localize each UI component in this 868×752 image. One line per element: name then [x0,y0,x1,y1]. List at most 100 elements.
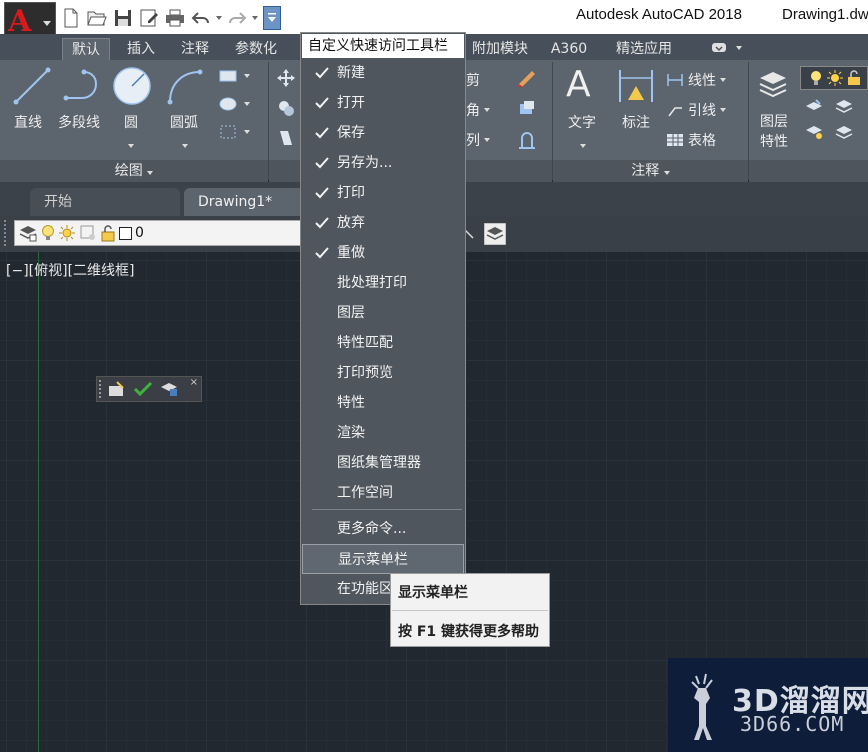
erase-icon[interactable] [516,66,538,88]
unlock-icon [848,70,860,85]
menu-item-plot-preview[interactable]: 打印预览 [302,358,464,388]
redo-dropdown-arrow[interactable] [250,8,260,28]
undo-icon[interactable] [188,5,214,31]
menu-item-more-commands[interactable]: 更多命令... [302,514,464,544]
layer-tools-row-1 [804,98,854,114]
tab-featured-apps[interactable]: 精选应用 [606,38,682,60]
tab-a360[interactable]: A360 [546,38,592,60]
menu-item-save-as[interactable]: 另存为... [302,148,464,178]
text-icon: A [566,64,591,105]
copy-icon[interactable] [276,98,296,118]
chevron-down-icon [182,136,188,152]
menu-item-label: 图层 [337,305,365,321]
menu-item-properties[interactable]: 特性 [302,388,464,418]
redo-icon[interactable] [224,5,250,31]
menu-item-label: 新建 [337,65,365,81]
layer-toolbar-right [462,222,506,246]
checkmark-icon [315,217,329,229]
toolbar-grip[interactable] [99,380,104,398]
layer-match-icon[interactable] [804,98,824,114]
array-tool[interactable]: 列 [466,130,490,150]
draw-panel-title[interactable]: 绘图 [0,160,268,182]
text-tool-button[interactable]: 文字 [568,112,596,132]
menu-item-layer[interactable]: 图层 [302,298,464,328]
tab-annotate[interactable]: 注释 [172,38,218,60]
menu-item-undo[interactable]: 放弃 [302,208,464,238]
tab-home[interactable]: 默认 [62,38,110,60]
close-icon[interactable]: × [190,377,198,388]
dimension-icon [616,66,656,110]
menu-item-print[interactable]: 打印 [302,178,464,208]
region-tool[interactable] [218,124,250,140]
menu-item-render[interactable]: 渲染 [302,418,464,448]
menu-item-redo[interactable]: 重做 [302,238,464,268]
ucs-axis-line [38,252,39,752]
polyline-tool-button[interactable]: 多段线 [58,112,100,132]
ribbon-minimize-toggle[interactable] [710,40,746,56]
table-tool[interactable]: 表格 [666,130,716,150]
menu-item-sheet-set-manager[interactable]: 图纸集管理器 [302,448,464,478]
tooltip-divider [392,610,548,611]
viewport-controls-label[interactable]: [−][俯视][二维线框] [6,260,135,280]
menu-item-open[interactable]: 打开 [302,88,464,118]
tab-addins[interactable]: 附加模块 [464,38,536,60]
tooltip-help-text: 按 F1 键获得更多帮助 [398,624,540,640]
tab-drawing1[interactable]: Drawing1* [184,188,304,216]
draw-small-tools [218,68,250,140]
checkmark-icon[interactable] [133,380,153,398]
layer-states-icon [19,226,37,242]
tab-insert[interactable]: 插入 [118,38,164,60]
menu-item-match-properties[interactable]: 特性匹配 [302,328,464,358]
rectangle-tool[interactable] [218,68,250,84]
explode-icon[interactable] [516,98,538,120]
print-icon[interactable] [162,5,188,31]
modify-small-tools [276,68,296,148]
layer-dropdown[interactable]: 0 [14,220,302,246]
tab-parametric[interactable]: 参数化 [226,38,286,60]
tooltip-title: 显示菜单栏 [398,585,468,601]
layer-isolate-icon[interactable] [804,124,824,140]
menu-item-save[interactable]: 保存 [302,118,464,148]
undo-dropdown-arrow[interactable] [214,8,224,28]
lightbulb-icon [811,71,821,85]
checkmark-icon [315,127,329,139]
annotation-panel-title[interactable]: 注释 [553,160,748,182]
tab-start[interactable]: 开始 [30,188,180,216]
menu-item-show-menubar[interactable]: 显示菜单栏 [302,544,464,574]
toolbar-grip[interactable] [4,220,10,246]
customize-qat-dropdown-button[interactable] [263,6,281,30]
line-tool-button[interactable]: 直线 [14,112,42,132]
dimension-tool-button[interactable]: 标注 [622,112,650,132]
chevron-down-icon [244,130,250,134]
ribbon-layer-combo[interactable] [800,66,868,90]
fillet-tool[interactable]: 角 [466,100,490,120]
hatch-tool[interactable] [218,96,250,112]
chevron-down-icon [720,78,726,82]
offset-icon[interactable] [516,130,538,152]
save-as-icon[interactable] [136,5,162,31]
layer-isolate-icon[interactable] [159,380,179,398]
move-icon[interactable] [276,68,296,88]
trim-tool[interactable]: 剪 [466,70,480,90]
menu-item-batch-plot[interactable]: 批处理打印 [302,268,464,298]
leader-tool[interactable]: 引线 [666,100,726,120]
menu-item-label: 打印 [337,185,365,201]
chevron-down-icon [663,171,670,175]
chevron-down-icon [580,136,586,152]
line-icon [12,66,52,110]
arc-tool-button[interactable]: 圆弧 [170,112,198,132]
array-label: 列 [466,133,480,149]
linear-dimension-tool[interactable]: 线性 [666,70,726,90]
save-icon[interactable] [110,5,136,31]
open-icon[interactable] [84,5,110,31]
layer-previous-icon[interactable] [834,98,854,114]
layer-previous-icon[interactable] [484,223,506,245]
menu-item-workspace[interactable]: 工作空间 [302,478,464,508]
stretch-icon[interactable] [276,128,296,148]
menu-item-new[interactable]: 新建 [302,58,464,88]
layer-off-icon[interactable] [834,124,854,140]
new-icon[interactable] [58,5,84,31]
circle-tool-button[interactable]: 圆 [124,112,138,132]
layer-match-icon[interactable] [107,380,127,398]
layer-properties-button[interactable]: 图层 特性 [760,112,788,152]
